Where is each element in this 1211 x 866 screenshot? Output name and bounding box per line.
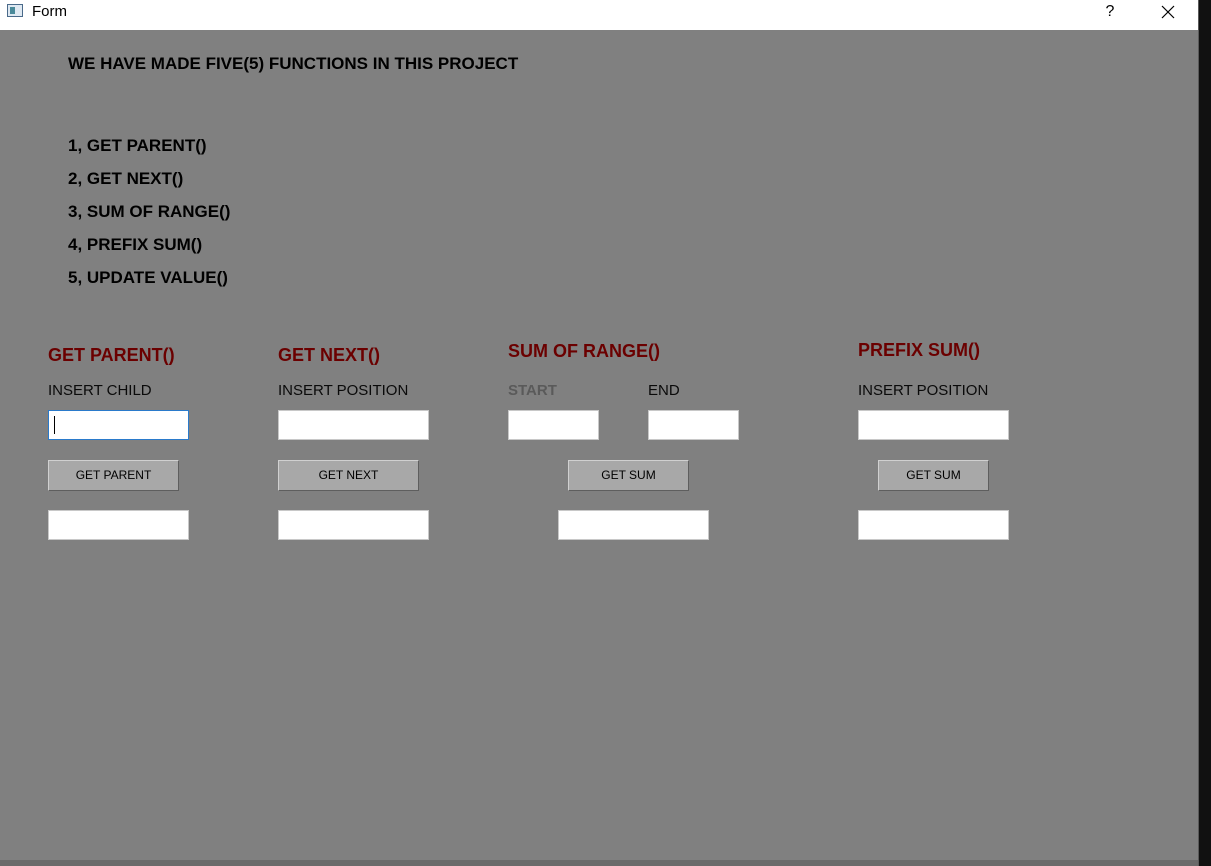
text-caret	[54, 416, 55, 434]
form-window: Form ? WE HAVE MADE FIVE(5) FUNCTIONS IN…	[0, 0, 1199, 866]
get-prefix-sum-button[interactable]: GET SUM	[878, 460, 989, 491]
prefix-position-input[interactable]	[858, 410, 1009, 440]
insert-position-label: INSERT POSITION	[278, 382, 409, 399]
get-range-sum-button[interactable]: GET SUM	[568, 460, 689, 491]
function-list-item: 4, PREFIX SUM()	[68, 235, 203, 254]
window-title: Form	[32, 3, 67, 20]
range-start-input[interactable]	[508, 410, 599, 440]
function-list-item: 2, GET NEXT()	[68, 169, 184, 188]
close-icon	[1161, 5, 1175, 19]
get-parent-button[interactable]: GET PARENT	[48, 460, 179, 491]
prefix-sum-title: PREFIX SUM()	[858, 340, 981, 360]
child-input[interactable]	[48, 410, 189, 440]
intro-heading: WE HAVE MADE FIVE(5) FUNCTIONS IN THIS P…	[68, 54, 519, 73]
title-bar: Form ?	[0, 0, 1198, 30]
range-end-input[interactable]	[648, 410, 739, 440]
insert-position-label: INSERT POSITION	[858, 382, 989, 399]
get-parent-title: GET PARENT()	[48, 345, 175, 365]
insert-child-label: INSERT CHILD	[48, 382, 152, 399]
close-button[interactable]	[1145, 0, 1191, 30]
app-icon	[7, 4, 23, 17]
end-label: END	[648, 382, 680, 399]
help-button[interactable]: ?	[1090, 0, 1130, 30]
next-output[interactable]	[278, 510, 429, 540]
get-next-button[interactable]: GET NEXT	[278, 460, 419, 491]
sum-of-range-title: SUM OF RANGE()	[508, 341, 660, 361]
parent-output[interactable]	[48, 510, 189, 540]
function-list-item: 5, UPDATE VALUE()	[68, 268, 228, 287]
start-label: START	[508, 382, 557, 399]
function-list-item: 1, GET PARENT()	[68, 136, 207, 155]
function-list-item: 3, SUM OF RANGE()	[68, 202, 231, 221]
get-next-title: GET NEXT()	[278, 345, 380, 365]
next-position-input[interactable]	[278, 410, 429, 440]
prefix-sum-output[interactable]	[858, 510, 1009, 540]
range-sum-output[interactable]	[558, 510, 709, 540]
window-bottom-border	[0, 860, 1198, 866]
